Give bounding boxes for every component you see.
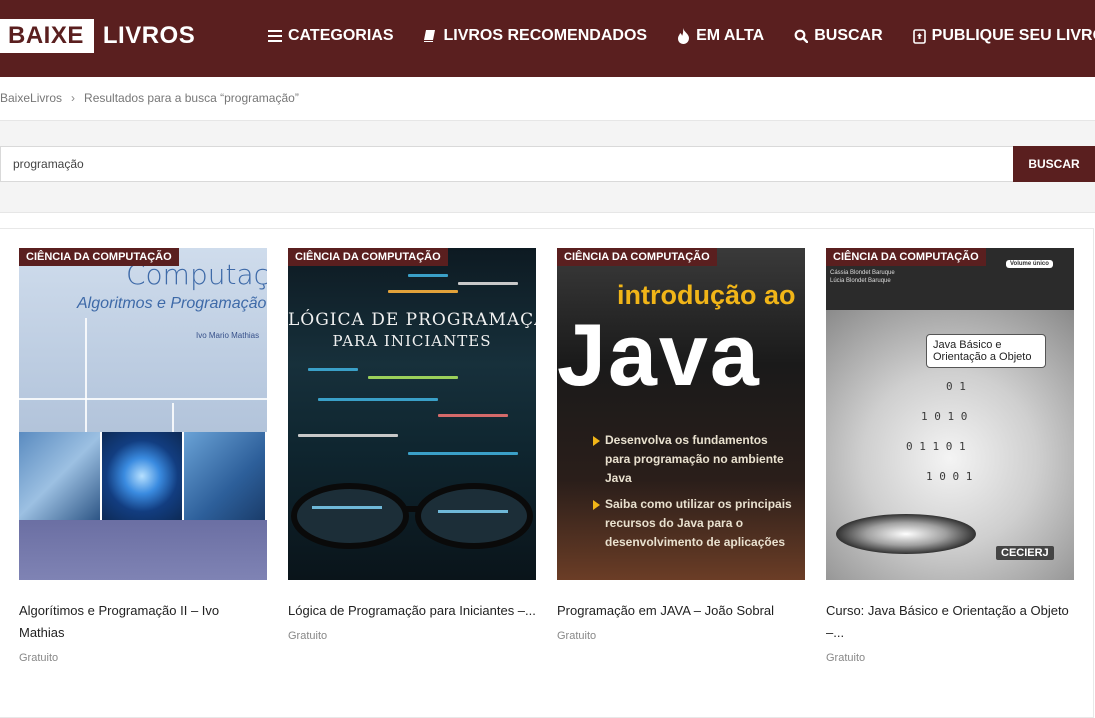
code-line-decoration [408, 452, 518, 455]
logo-box-text: BAIXE [0, 19, 94, 53]
book-cover-image[interactable]: CIÊNCIA DA COMPUTAÇÃO Cássia Blondet Bar… [826, 248, 1074, 580]
breadcrumb-separator: › [71, 91, 76, 105]
breadcrumb-current: Resultados para a busca “programação” [84, 91, 299, 105]
cover-title: LÓGICA DE PROGRAMAÇÃO [288, 310, 536, 330]
cover-subtitle: Algoritmos e Programação II [77, 295, 267, 312]
nav-em-alta-label: EM ALTA [696, 27, 765, 44]
category-badge[interactable]: CIÊNCIA DA COMPUTAÇÃO [288, 248, 448, 266]
laptop-image [19, 432, 102, 520]
cd-image [836, 514, 976, 554]
nav-buscar-label: BUSCAR [814, 27, 883, 44]
book-icon [424, 30, 436, 42]
book-title[interactable]: Lógica de Programação para Iniciantes –.… [288, 600, 536, 622]
category-badge[interactable]: CIÊNCIA DA COMPUTAÇÃO [826, 248, 986, 266]
cover-author: Lúcia Blondet Baruque [830, 278, 891, 284]
search-icon [794, 29, 809, 43]
code-line-decoration [298, 434, 398, 437]
code-line-decoration [318, 398, 438, 401]
bullet-arrow-icon [593, 500, 600, 510]
book-card[interactable]: CIÊNCIA DA COMPUTAÇÃO LÓGICA DE PROGRAMA… [288, 248, 536, 642]
cover-decoration: 1 0 0 1 [926, 470, 973, 483]
glasses-image [291, 483, 533, 549]
menu-icon [268, 30, 282, 42]
book-title[interactable]: Algorítimos e Programação II – Ivo Mathi… [19, 600, 267, 644]
results-grid: CIÊNCIA DA COMPUTAÇÃO Computação Algorit… [0, 228, 1094, 718]
nav-buscar[interactable]: BUSCAR [794, 27, 883, 45]
breadcrumb: BaixeLivros › Resultados para a busca “p… [0, 91, 299, 105]
cover-title: Java Básico e Orientação a Objeto [926, 334, 1046, 368]
bullet-arrow-icon [593, 436, 600, 446]
nav-livros-recomendados[interactable]: LIVROS RECOMENDADOS [423, 27, 647, 45]
code-line-decoration [458, 282, 518, 285]
code-line-decoration [388, 290, 458, 293]
nav-livros-recomendados-label: LIVROS RECOMENDADOS [443, 27, 648, 44]
cover-decoration [172, 403, 174, 433]
book-cover-image[interactable]: CIÊNCIA DA COMPUTAÇÃO LÓGICA DE PROGRAMA… [288, 248, 536, 580]
breadcrumb-home[interactable]: BaixeLivros [0, 91, 62, 105]
cover-decoration [19, 520, 267, 580]
cover-decoration: 1 0 1 0 [921, 410, 968, 423]
nav-publique-seu-livro[interactable]: PUBLIQUE SEU LIVRO [912, 27, 1095, 45]
code-line-decoration [308, 368, 358, 371]
site-header: BAIXE LIVROS CATEGORIAS LIVROS RECOMENDA… [0, 0, 1095, 77]
code-line-decoration [438, 414, 508, 417]
search-area: BUSCAR [0, 121, 1095, 213]
search-input[interactable] [0, 146, 1013, 182]
logo-text: LIVROS [102, 22, 196, 49]
upload-book-icon [912, 28, 926, 44]
cover-decoration: 0 1 [946, 380, 966, 393]
main-nav: CATEGORIAS LIVROS RECOMENDADOS EM ALTA B… [268, 27, 1095, 45]
cover-photo-row [19, 432, 267, 520]
nav-categorias[interactable]: CATEGORIAS [268, 27, 393, 45]
book-price: Gratuito [557, 630, 597, 642]
search-button[interactable]: BUSCAR [1013, 146, 1095, 182]
publisher-logo: CECIERJ [996, 546, 1054, 560]
book-cover-image[interactable]: CIÊNCIA DA COMPUTAÇÃO Computação Algorit… [19, 248, 267, 580]
book-price: Gratuito [19, 652, 59, 664]
cover-author: Cássia Blondet Baruque [830, 270, 895, 276]
code-line-decoration [368, 376, 458, 379]
category-badge[interactable]: CIÊNCIA DA COMPUTAÇÃO [557, 248, 717, 266]
book-cover-image[interactable]: CIÊNCIA DA COMPUTAÇÃO introdução ao Java… [557, 248, 805, 580]
code-line-decoration [408, 274, 448, 277]
book-title[interactable]: Programação em JAVA – João Sobral [557, 600, 805, 622]
fire-icon [678, 28, 690, 44]
nav-categorias-label: CATEGORIAS [288, 27, 394, 44]
book-title[interactable]: Curso: Java Básico e Orientação a Objeto… [826, 600, 1074, 644]
cover-java-wordmark: Java [557, 305, 761, 404]
cover-bullet: Desenvolva os fundamentos para programaç… [605, 433, 784, 485]
book-card[interactable]: CIÊNCIA DA COMPUTAÇÃO Cássia Blondet Bar… [826, 248, 1074, 664]
book-price: Gratuito [826, 652, 866, 664]
cover-author: Ivo Mario Mathias [196, 331, 260, 340]
cover-decoration [85, 318, 87, 432]
cover-decoration: 0 1 1 0 1 [906, 440, 966, 453]
site-logo[interactable]: BAIXE LIVROS [0, 19, 195, 53]
book-card[interactable]: CIÊNCIA DA COMPUTAÇÃO introdução ao Java… [557, 248, 805, 642]
cover-bullet: Saiba como utilizar os principais recurs… [605, 497, 792, 549]
cover-volume-tag: Volume único [1006, 260, 1053, 268]
cover-decoration [19, 398, 267, 400]
globe-image [101, 432, 185, 520]
cover-subtitle: PARA INICIANTES [332, 332, 492, 350]
nav-publique-seu-livro-label: PUBLIQUE SEU LIVRO [931, 27, 1095, 44]
nav-em-alta[interactable]: EM ALTA [677, 27, 764, 45]
desktop-computer-image [184, 432, 267, 520]
category-badge[interactable]: CIÊNCIA DA COMPUTAÇÃO [19, 248, 179, 266]
book-price: Gratuito [288, 630, 328, 642]
book-card[interactable]: CIÊNCIA DA COMPUTAÇÃO Computação Algorit… [19, 248, 267, 664]
